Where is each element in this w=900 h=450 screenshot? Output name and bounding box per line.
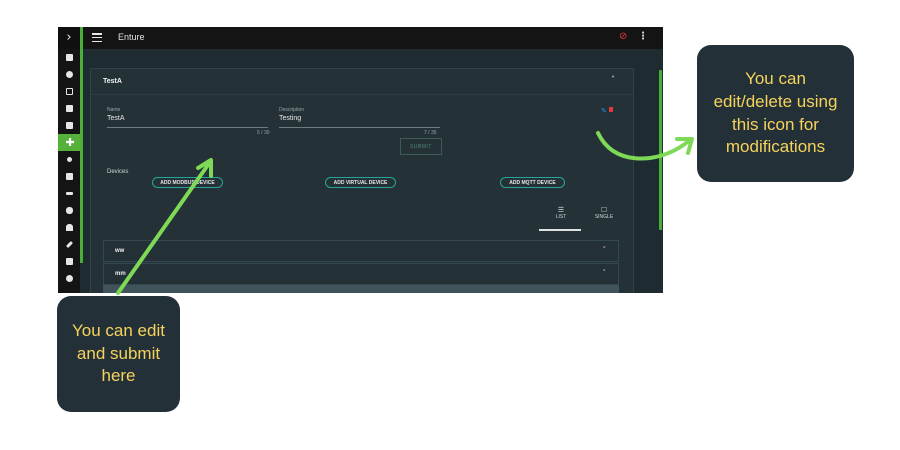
arrow-to-form-fields xyxy=(116,158,213,295)
annotation-arrows xyxy=(116,131,694,295)
arrow-to-edit-icon xyxy=(596,131,694,161)
